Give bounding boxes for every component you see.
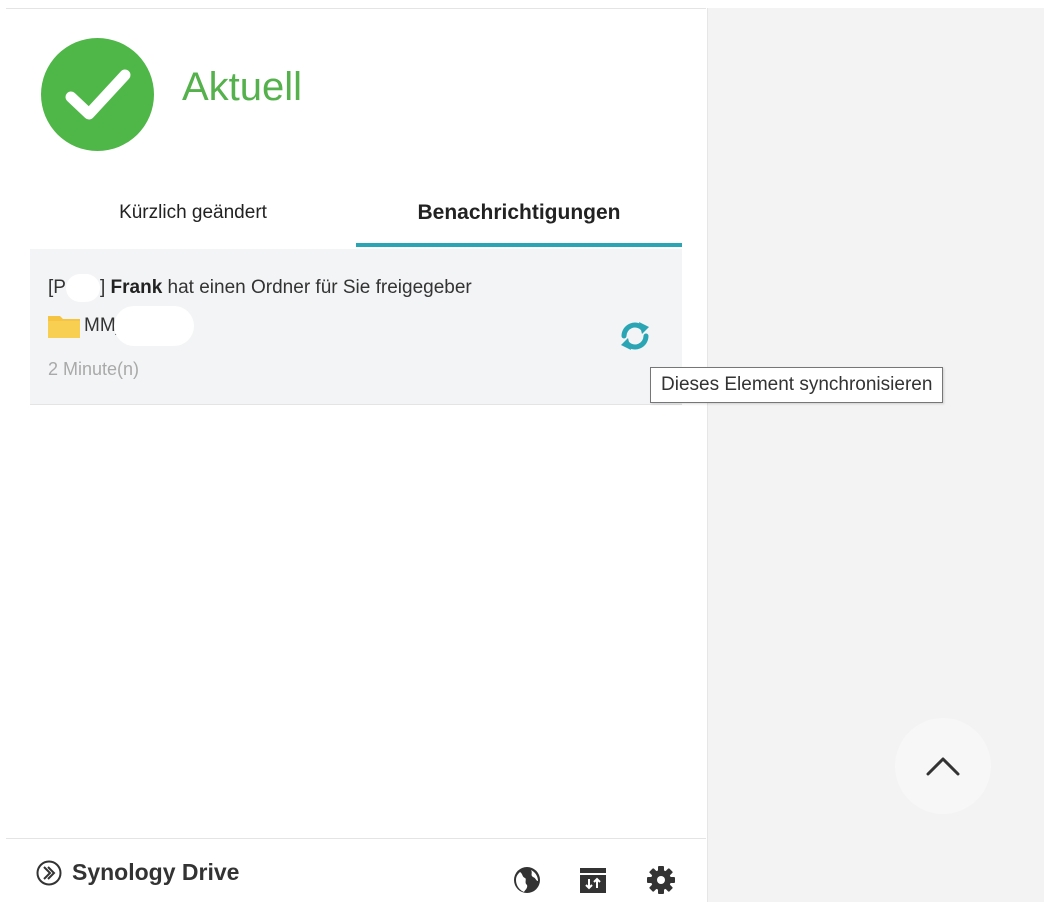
brand-name: Synology Drive xyxy=(72,859,240,885)
notification-sender: Frank xyxy=(110,277,163,298)
notification-text: hat einen Ordner für Sie freigegeber xyxy=(167,277,472,298)
calendar-sync-icon xyxy=(580,868,606,893)
synology-drive-logo-icon xyxy=(36,860,62,885)
status-panel: Aktuell Kürzlich geändert Benachrichtigu… xyxy=(6,8,706,902)
sync-icon xyxy=(621,322,649,350)
scroll-to-top-button[interactable] xyxy=(895,718,991,814)
shared-folder[interactable]: MM_ xyxy=(48,306,195,346)
sync-item-button[interactable] xyxy=(616,317,654,355)
synology-drive-window: Aktuell Kürzlich geändert Benachrichtigu… xyxy=(0,0,1044,902)
footer-bar: Synology Drive xyxy=(6,838,706,902)
notification-message: [P] Frank hat einen Ordner für Sie freig… xyxy=(48,273,472,302)
notification-time: 2 Minute(n) xyxy=(48,359,140,379)
tab-bar: Kürzlich geändert Benachrichtigungen xyxy=(30,177,682,249)
globe-icon xyxy=(514,867,540,893)
notification-prefix: [P xyxy=(48,277,66,298)
gear-icon xyxy=(647,866,675,894)
brand: Synology Drive xyxy=(36,859,239,886)
sync-tooltip: Dieses Element synchronisieren xyxy=(650,367,944,403)
settings-button[interactable] xyxy=(644,863,678,897)
chevron-up-icon xyxy=(926,757,960,776)
globe-button[interactable] xyxy=(510,863,544,897)
folder-icon xyxy=(48,316,80,338)
notification-item[interactable]: [P] Frank hat einen Ordner für Sie freig… xyxy=(30,249,682,405)
tab-notifications[interactable]: Benachrichtigungen xyxy=(356,177,682,249)
redaction-mask xyxy=(114,306,195,346)
redaction-mask xyxy=(65,273,100,302)
background-area xyxy=(707,8,1044,902)
tab-recently-changed[interactable]: Kürzlich geändert xyxy=(30,177,356,249)
notification-prefix-end: ] xyxy=(99,277,106,298)
checkmark-icon xyxy=(41,38,154,151)
active-tab-indicator xyxy=(356,243,682,247)
sync-status-title: Aktuell xyxy=(182,65,303,109)
sync-tasks-button[interactable] xyxy=(576,863,610,897)
